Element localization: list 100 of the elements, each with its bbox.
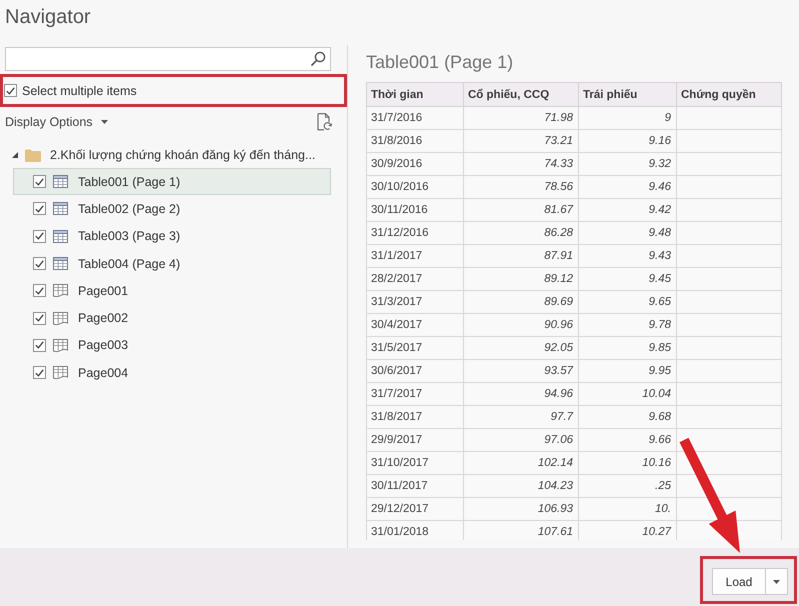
table-cell: 30/10/2016	[366, 176, 464, 198]
checkmark-icon	[35, 260, 44, 268]
table-cell: 10.	[578, 498, 676, 520]
page-icon	[53, 284, 68, 298]
table-cell: 97.7	[464, 406, 578, 428]
checkmark-icon	[35, 204, 44, 213]
table-cell: 71.98	[464, 106, 578, 130]
table-cell: 30/9/2016	[366, 152, 464, 176]
tree-item[interactable]: Table003 (Page 3)	[13, 222, 331, 250]
table-cell: 31/10/2017	[366, 452, 464, 474]
checkbox[interactable]	[33, 175, 46, 188]
checkmark-icon	[35, 341, 44, 350]
column-header: Chứng quyền	[676, 82, 782, 106]
checkmark-icon	[6, 86, 15, 94]
tree-item[interactable]: Table001 (Page 1)	[13, 168, 331, 196]
table-cell: 31/7/2017	[366, 382, 464, 406]
page-icon	[53, 366, 68, 380]
table-cell: 74.33	[464, 152, 578, 176]
table-cell: 89.69	[464, 290, 578, 314]
tree-item[interactable]: Table002 (Page 2)	[13, 195, 331, 223]
checkbox[interactable]	[33, 230, 46, 243]
checkmark-icon	[35, 178, 44, 186]
table-cell: 89.12	[464, 268, 578, 290]
table-cell: 92.05	[464, 336, 578, 360]
table-cell: 30/11/2017	[366, 474, 464, 498]
checkbox[interactable]	[33, 312, 46, 325]
table-cell: 9.45	[578, 268, 676, 290]
table-cell: 31/01/2018	[366, 520, 464, 540]
table-cell: 9	[578, 106, 676, 130]
load-dropdown-button[interactable]	[766, 568, 788, 595]
tree-item[interactable]: Page003	[13, 332, 331, 360]
table-cell: 73.21	[464, 130, 578, 152]
table-icon	[53, 257, 68, 270]
column-header: Thời gian	[366, 82, 464, 106]
page-icon	[53, 338, 68, 352]
table-cell: 9.16	[578, 130, 676, 152]
table-cell: 28/2/2017	[366, 268, 464, 290]
table-cell: .25	[578, 474, 676, 498]
tree-folder[interactable]: 2.Khối lượng chứng khoán đăng ký đến tháng...	[0, 142, 347, 168]
table-cell: 106.93	[464, 498, 578, 520]
table-cell: 81.67	[464, 198, 578, 222]
table-cell: 86.28	[464, 222, 578, 244]
checkmark-icon	[35, 314, 44, 322]
search-field[interactable]	[5, 47, 331, 71]
table-cell: 30/6/2017	[366, 360, 464, 382]
caret-icon	[100, 120, 108, 124]
table-cell: 10.16	[578, 452, 676, 474]
checkbox[interactable]	[33, 284, 46, 298]
tree-item[interactable]: Page004	[13, 359, 331, 386]
tree-item[interactable]: Table004 (Page 4)	[13, 250, 331, 278]
table-cell: 31/12/2016	[366, 222, 464, 244]
checkmark-icon	[35, 286, 44, 295]
tree-item[interactable]: Page002	[13, 304, 331, 332]
table-cell: 78.56	[464, 176, 578, 198]
table-cell: 9.66	[578, 428, 676, 452]
checkbox[interactable]	[33, 338, 46, 352]
table-cell: 29/9/2017	[366, 428, 464, 452]
table-cell: 29/12/2017	[366, 498, 464, 520]
table-cell: 9.68	[578, 406, 676, 428]
table-cell: 9.43	[578, 244, 676, 268]
table-cell: 31/1/2017	[366, 244, 464, 268]
table-cell: 31/7/2016	[366, 106, 464, 130]
checkbox[interactable]	[4, 84, 17, 97]
caret-icon	[773, 580, 780, 584]
table-cell: 31/8/2016	[366, 130, 464, 152]
table-cell: 87.91	[464, 244, 578, 268]
table-icon	[53, 230, 68, 243]
table-cell: 102.14	[464, 452, 578, 474]
expanded-triangle-icon[interactable]	[12, 152, 18, 158]
table-cell: 10.04	[578, 382, 676, 406]
checkbox[interactable]	[33, 257, 46, 270]
table-cell: 31/5/2017	[366, 336, 464, 360]
checkbox[interactable]	[33, 202, 46, 216]
column-header: Cổ phiếu, CCQ	[464, 82, 578, 106]
table-cell: 97.06	[464, 428, 578, 452]
table-icon	[53, 202, 68, 216]
refresh-document-icon[interactable]	[317, 113, 332, 131]
table-cell: 104.23	[464, 474, 578, 498]
table-cell: 9.65	[578, 290, 676, 314]
load-button[interactable]: Load	[712, 568, 766, 595]
folder-icon	[25, 148, 41, 162]
select-multiple-option[interactable]: Select multiple items	[4, 84, 137, 98]
column-header: Trái phiếu	[578, 82, 676, 106]
table-cell: 93.57	[464, 360, 578, 382]
search-icon	[310, 51, 326, 67]
table-cell: 30/11/2016	[366, 198, 464, 222]
table-cell: 9.78	[578, 314, 676, 336]
table-cell: 9.95	[578, 360, 676, 382]
table-cell: 9.46	[578, 176, 676, 198]
tree-item[interactable]: Page001	[13, 277, 331, 304]
table-cell: 94.96	[464, 382, 578, 406]
table-cell: 9.42	[578, 198, 676, 222]
table-cell: 9.48	[578, 222, 676, 244]
window-title: Navigator	[5, 5, 91, 30]
checkmark-icon	[35, 232, 44, 240]
table-cell: 90.96	[464, 314, 578, 336]
display-options-button[interactable]: Display Options	[5, 115, 108, 129]
table-cell: 31/8/2017	[366, 406, 464, 428]
checkbox[interactable]	[33, 366, 46, 380]
table-cell: 30/4/2017	[366, 314, 464, 336]
